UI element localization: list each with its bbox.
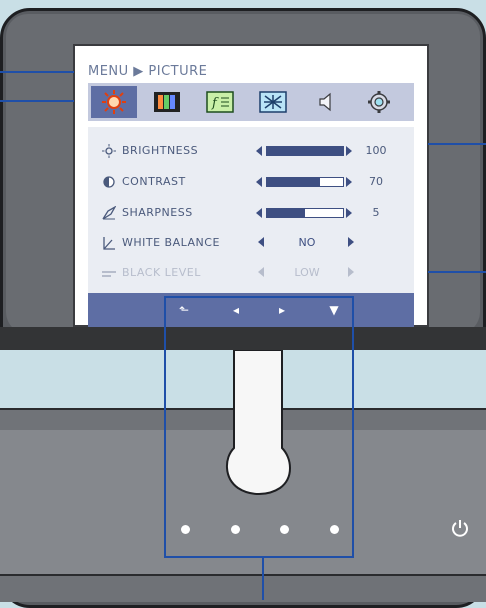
decrease-arrow[interactable]: [256, 146, 262, 156]
half-circle-icon: [103, 176, 115, 188]
menu-button[interactable]: [181, 525, 190, 534]
tab-settings[interactable]: [356, 86, 402, 118]
callout-line-buttons: [262, 558, 264, 600]
black-level-selector: LOW: [256, 263, 356, 283]
speaker-icon: [319, 92, 331, 112]
sharpness-value: 5: [372, 206, 380, 219]
contrast-value: 70: [369, 175, 383, 188]
slider-fill: [267, 209, 305, 217]
tab-audio[interactable]: [303, 86, 349, 118]
sun-icon: [102, 144, 116, 158]
decrease-arrow[interactable]: [256, 177, 262, 187]
previous-option-arrow[interactable]: [258, 237, 264, 247]
white-balance-selector[interactable]: NO: [256, 233, 356, 253]
tab-color[interactable]: [144, 86, 190, 118]
tab-picture[interactable]: [91, 86, 137, 118]
slider-fill: [267, 178, 320, 186]
increase-arrow[interactable]: [346, 146, 352, 156]
increase-arrow[interactable]: [346, 177, 352, 187]
callout-line-tabs: [0, 100, 74, 102]
increase-arrow[interactable]: [346, 208, 352, 218]
menu-item-sharpness[interactable]: SHARPNESS 5: [88, 203, 414, 223]
brightness-slider[interactable]: [256, 145, 352, 157]
next-option-arrow: [348, 267, 354, 277]
sharpness-slider[interactable]: [256, 207, 352, 219]
contrast-slider[interactable]: [256, 176, 352, 188]
slider-fill: [267, 147, 343, 155]
right-button[interactable]: [280, 525, 289, 534]
brightness-value: 100: [365, 144, 387, 157]
white-balance-value: NO: [298, 236, 316, 249]
next-option-arrow[interactable]: [348, 237, 354, 247]
select-button[interactable]: [330, 525, 339, 534]
control-buttons-highlight: [164, 296, 354, 558]
black-level-icon: [102, 271, 116, 277]
menu-item-label: WHITE BALANCE: [122, 236, 220, 249]
menu-item-label: BRIGHTNESS: [122, 144, 199, 157]
sharpness-icon: [102, 206, 116, 220]
power-icon[interactable]: [450, 518, 470, 538]
decrease-arrow[interactable]: [256, 208, 262, 218]
callout-line-options: [428, 143, 486, 145]
color-bars-icon: [154, 92, 180, 112]
previous-option-arrow: [258, 267, 264, 277]
menu-item-label: CONTRAST: [122, 175, 186, 188]
menu-breadcrumb: MENU ▶ PICTURE: [88, 64, 208, 79]
menu-item-contrast[interactable]: CONTRAST 70: [88, 172, 414, 192]
tab-tracking[interactable]: f: [197, 86, 243, 118]
settings-gear-icon: [368, 91, 390, 113]
black-level-value: LOW: [294, 266, 320, 279]
osd-tab-bar: f: [88, 83, 414, 121]
base-bottom-edge: [0, 574, 486, 602]
tracking-icon: f: [206, 91, 234, 113]
menu-item-white-balance[interactable]: WHITE BALANCE NO: [88, 233, 414, 253]
menu-item-label: BLACK LEVEL: [122, 266, 201, 279]
setup-grid-icon: [259, 91, 287, 113]
menu-item-label: SHARPNESS: [122, 206, 193, 219]
callout-line-menu: [0, 71, 74, 73]
sun-picture-icon: [102, 90, 126, 114]
menu-item-brightness[interactable]: BRIGHTNESS 100: [88, 141, 414, 161]
tab-setup[interactable]: [250, 86, 296, 118]
left-button[interactable]: [231, 525, 240, 534]
callout-line-values: [428, 271, 486, 273]
menu-item-black-level: BLACK LEVEL LOW: [88, 263, 414, 283]
white-balance-icon: [103, 237, 115, 250]
